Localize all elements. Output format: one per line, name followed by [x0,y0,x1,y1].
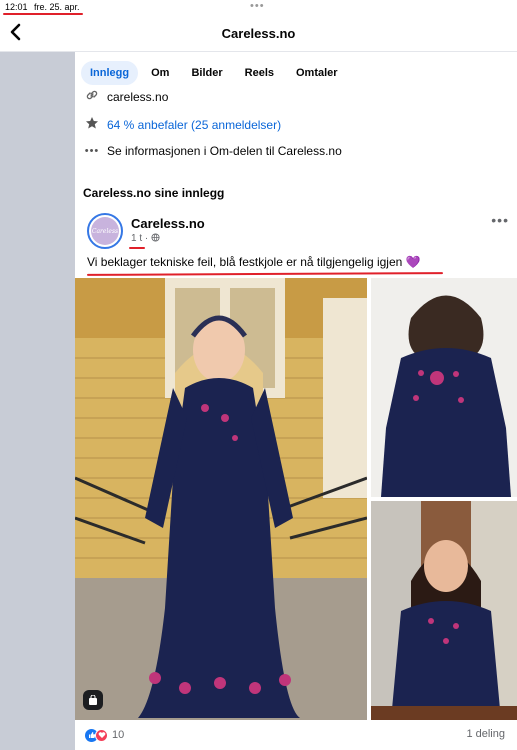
post-options-icon[interactable]: ••• [491,212,509,228]
reactions-count: 10 [112,729,125,741]
tab-omtaler[interactable]: Omtaler [287,61,347,85]
post-image-balcony[interactable] [371,501,517,720]
website-text: careless.no [107,89,169,104]
star-icon [83,116,101,133]
page-content: Innlegg Om Bilder Reels Omtaler careless… [75,52,517,750]
post-image-main[interactable] [75,278,367,720]
annotation-underline-time [129,247,145,249]
section-title: Careless.no sine innlegg [83,186,225,200]
profile-tabs: Innlegg Om Bilder Reels Omtaler [81,60,351,86]
post-image-gallery[interactable] [75,278,517,720]
top-nav-bar: Careless.no [0,18,517,52]
love-reaction-icon [95,728,108,742]
shares-count[interactable]: 1 deling [466,728,505,740]
link-icon [83,88,101,105]
post-image-back[interactable] [371,278,517,497]
page-title: Careless.no [221,26,296,41]
post-text: Vi beklager tekniske feil, blå festkjole… [87,255,421,269]
shopping-bag-icon[interactable] [83,690,103,710]
info-website-row[interactable]: careless.no [83,88,168,105]
post-author[interactable]: Careless.no [131,216,205,231]
left-gutter [0,52,75,750]
globe-icon [151,233,160,244]
avatar-logo: Careless [91,217,119,245]
tab-reels[interactable]: Reels [236,61,283,85]
info-rating-row[interactable]: 64 % anbefaler (25 anmeldelser) [83,116,281,133]
status-time: 12:01 [5,2,28,12]
annotation-underline-text [86,272,444,276]
info-about-row[interactable]: ••• Se informasjonen i Om-delen til Care… [83,144,342,158]
annotation-underline-status [3,13,83,15]
post-header: Careless Careless.no 1 t · ••• [83,212,513,252]
tab-bilder[interactable]: Bilder [182,61,231,85]
multitask-dots-icon[interactable]: ••• [250,0,265,12]
status-date: fre. 25. apr. [34,2,80,12]
post-meta: 1 t · [131,233,160,244]
reactions-summary[interactable]: 10 [85,726,124,744]
rating-text: 64 % anbefaler (25 anmeldelser) [107,117,282,132]
about-text: Se informasjonen i Om-delen til Careless… [107,144,342,158]
avatar[interactable]: Careless [87,213,123,249]
tab-innlegg[interactable]: Innlegg [81,61,139,85]
post-time[interactable]: 1 t [131,233,142,244]
tab-om[interactable]: Om [142,61,178,85]
more-dots-icon: ••• [84,145,100,157]
